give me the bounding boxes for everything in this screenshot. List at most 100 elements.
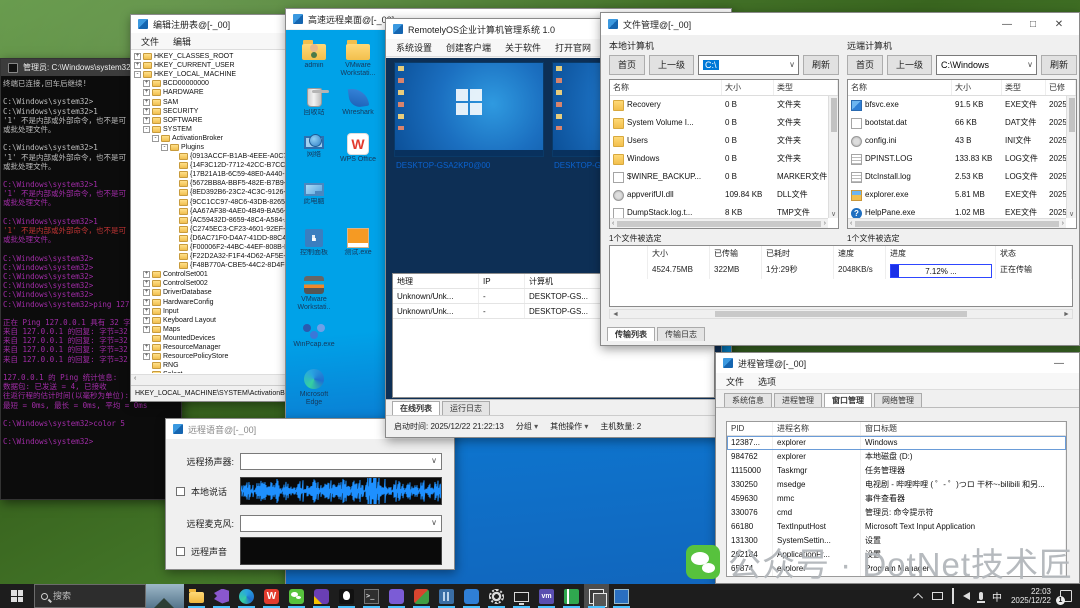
tray-expand-icon[interactable] (913, 592, 923, 602)
registry-tree-item[interactable]: + SOFTWARE (131, 116, 289, 125)
process-row[interactable]: 66180 TextInputHost Microsoft Text Input… (727, 520, 1066, 534)
expand-toggle-icon[interactable] (170, 189, 177, 196)
local-path-combo[interactable]: C:\ (698, 55, 799, 75)
registry-tree-item[interactable]: {D6AC71F0-D4A7-41DD-88C4-E (131, 234, 289, 243)
expand-toggle-icon[interactable] (170, 253, 177, 260)
file-explorer-icon[interactable] (184, 584, 209, 608)
expand-toggle-icon[interactable]: - (143, 126, 150, 133)
process-row[interactable]: 330250 msedge 电视剧 - 哔哩哔哩 ( ゜- ゜)つロ 干杯~-b… (727, 478, 1066, 492)
registry-tree-item[interactable]: {F00006F2-44BC-44EF-808B-B26 (131, 243, 289, 252)
taskbar-clock[interactable]: 22:03 2025/12/22 (1011, 587, 1051, 605)
menu-item[interactable]: 选项 (758, 375, 776, 388)
file-row[interactable]: bootstat.dat 66 KB DAT文件 2025 (848, 114, 1076, 132)
file-row[interactable]: explorer.exe 5.81 MB EXE文件 2025 (848, 186, 1076, 204)
file-row[interactable]: Users 0 B 文件夹 (610, 132, 838, 150)
registry-tree-item[interactable]: - Plugins (131, 143, 289, 152)
expand-toggle-icon[interactable] (143, 362, 150, 369)
file-row[interactable]: config.ini 43 B INI文件 2025 (848, 132, 1076, 150)
expand-toggle-icon[interactable] (170, 235, 177, 242)
process-row[interactable]: 984762 explorer 本地磁盘 (D:) (727, 450, 1066, 464)
registry-tree-item[interactable]: + ControlSet002 (131, 279, 289, 288)
file-row[interactable]: DtcInstall.log 2.53 KB LOG文件 2025 (848, 168, 1076, 186)
edge-icon[interactable] (234, 584, 259, 608)
remote-up-button[interactable]: 上一级 (887, 55, 932, 75)
registry-tree-item[interactable]: + SAM (131, 97, 289, 106)
expand-toggle-icon[interactable]: - (161, 144, 168, 151)
expand-toggle-icon[interactable] (170, 199, 177, 206)
menu-item[interactable]: 文件 (726, 375, 744, 388)
minimize-button[interactable]: — (994, 19, 1020, 30)
registry-tree-item[interactable]: {F22D2A32-F1F4-4D62-AF5E-E5 (131, 252, 289, 261)
expand-toggle-icon[interactable] (170, 171, 177, 178)
menu-item[interactable]: 关于软件 (505, 41, 541, 54)
tab-transfer-list[interactable]: 传输列表 (607, 327, 655, 341)
registry-tree-item[interactable]: RNG (131, 361, 289, 370)
expand-toggle-icon[interactable]: + (143, 80, 150, 87)
expand-toggle-icon[interactable]: + (143, 271, 150, 278)
taskbar-search[interactable] (34, 584, 146, 608)
group-dropdown[interactable]: 分组 (516, 421, 538, 432)
expand-toggle-icon[interactable]: + (143, 326, 150, 333)
settings-gear-icon[interactable] (484, 584, 509, 608)
menu-item[interactable]: 文件 (141, 35, 159, 48)
vmware-icon[interactable] (534, 584, 559, 608)
remote-sound-checkbox[interactable] (176, 547, 185, 556)
blue-app-icon[interactable] (459, 584, 484, 608)
purple-app-icon[interactable] (384, 584, 409, 608)
file-row[interactable]: Recovery 0 B 文件夹 (610, 96, 838, 114)
remote-refresh-button[interactable]: 刷新 (1041, 55, 1077, 75)
app-window-icon[interactable] (609, 584, 634, 608)
registry-hscrollbar[interactable]: ‹ (131, 374, 289, 385)
remote-tool-icon[interactable] (434, 584, 459, 608)
registry-tree-item[interactable]: Select (131, 370, 289, 373)
remote-path-combo[interactable]: C:\Windows (936, 55, 1037, 75)
desktop-icon[interactable]: Wireshark (336, 85, 380, 132)
menu-item[interactable]: 创建客户端 (446, 41, 491, 54)
host-thumbnail-1[interactable] (394, 62, 544, 157)
desktop-icon[interactable]: VMware Workstati... (336, 38, 380, 85)
expand-toggle-icon[interactable]: + (143, 353, 150, 360)
desktop-icon[interactable]: Microsoft Edge (292, 367, 336, 414)
remote-vscrollbar[interactable] (1066, 96, 1076, 218)
speaker-select[interactable] (240, 453, 442, 470)
close-button[interactable]: ✕ (1046, 19, 1072, 30)
expand-toggle-icon[interactable]: + (143, 289, 150, 296)
window-switcher-icon[interactable] (584, 584, 609, 608)
registry-tree-item[interactable]: {9CC1CC97-48C6-43DB-8265-4B (131, 198, 289, 207)
registry-tree-item[interactable]: + ResourcePolicyStore (131, 352, 289, 361)
local-refresh-button[interactable]: 刷新 (803, 55, 839, 75)
tab-online-list[interactable]: 在线列表 (392, 401, 440, 415)
expand-toggle-icon[interactable] (170, 217, 177, 224)
registry-tree-item[interactable]: {17B21A1B-6C59-48E0-A440-6B (131, 170, 289, 179)
volume-icon[interactable] (963, 592, 970, 600)
registry-tree-item[interactable]: {0913ACCF-B1AB-4EEE-A0C7-F4 (131, 152, 289, 161)
registry-tree-item[interactable]: + Input (131, 307, 289, 316)
host-name-1[interactable]: DESKTOP-GSA2KP0@00 (396, 161, 546, 170)
desktop-icon[interactable]: VMware Workstati.. (292, 273, 336, 320)
registry-tree-item[interactable]: {F48B770A-CBE5-44C2-8D4F-93 (131, 261, 289, 270)
file-row[interactable]: System Volume I... 0 B 文件夹 (610, 114, 838, 132)
mic-select[interactable] (240, 515, 442, 532)
registry-tree-item[interactable]: - HKEY_LOCAL_MACHINE (131, 70, 289, 79)
registry-tree[interactable]: + HKEY_CLASSES_ROOT + HKEY_CURRENT_USER … (131, 50, 289, 373)
expand-toggle-icon[interactable]: + (143, 89, 150, 96)
expand-toggle-icon[interactable]: - (152, 135, 159, 142)
desktop-icon[interactable]: 网络 (292, 132, 336, 179)
registry-tree-item[interactable]: + HKEY_CLASSES_ROOT (131, 52, 289, 61)
remote-home-button[interactable]: 首页 (847, 55, 883, 75)
desktop-icon[interactable]: 测试.exe (336, 226, 380, 273)
expand-toggle-icon[interactable]: + (134, 53, 141, 60)
desktop-icon[interactable]: 回收站 (292, 85, 336, 132)
local-vscrollbar[interactable] (828, 96, 838, 218)
expand-toggle-icon[interactable] (170, 180, 177, 187)
registry-tree-item[interactable]: + ControlSet001 (131, 270, 289, 279)
registry-tree-item[interactable]: {C2745EC3-CF23-4601-92EF-D1 (131, 225, 289, 234)
process-manager-titlebar[interactable]: 进程管理@[-_00] — (716, 353, 1079, 373)
microphone-icon[interactable] (979, 592, 983, 600)
registry-tree-item[interactable]: + HardwareConfig (131, 298, 289, 307)
registry-titlebar[interactable]: 编辑注册表@[-_00] (131, 15, 289, 33)
registry-tree-item[interactable]: {5672BB8A-BBF5-482E-B7B9-742 (131, 179, 289, 188)
file-row[interactable]: bfsvc.exe 91.5 KB EXE文件 2025 (848, 96, 1076, 114)
menu-item[interactable]: 打开官网 (555, 41, 591, 54)
registry-tree-item[interactable]: + HARDWARE (131, 88, 289, 97)
